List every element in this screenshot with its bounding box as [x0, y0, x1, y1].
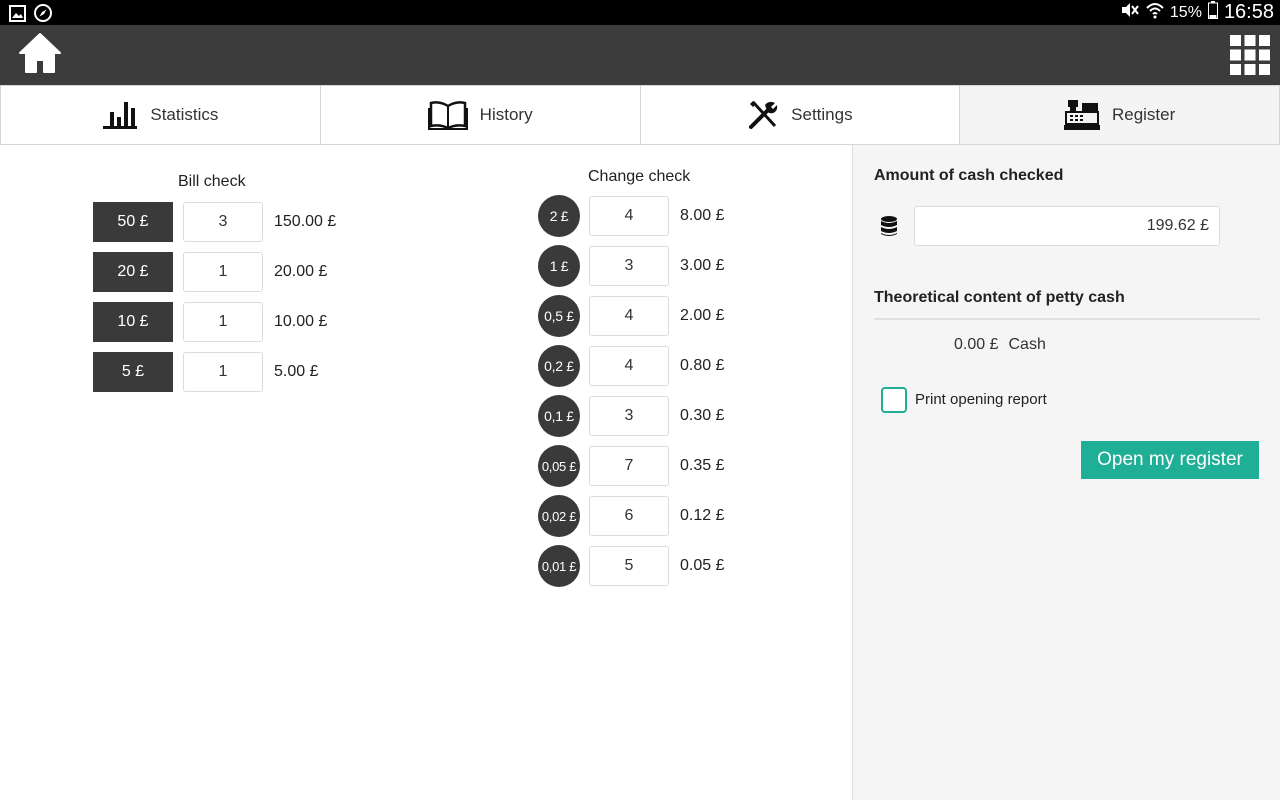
tab-statistics[interactable]: Statistics [0, 85, 321, 144]
coin-denomination-button[interactable]: 0,5 £ [538, 295, 580, 337]
coin-quantity-input[interactable] [589, 446, 669, 486]
coin-denomination-button[interactable]: 0,05 £ [538, 445, 580, 487]
print-report-checkbox[interactable] [881, 387, 907, 413]
coin-denomination-button[interactable]: 0,02 £ [538, 495, 580, 537]
bill-quantity-input[interactable] [183, 252, 263, 292]
bill-quantity-input[interactable] [183, 202, 263, 242]
bill-check-title: Bill check [178, 173, 246, 190]
tab-settings[interactable]: Settings [640, 85, 961, 144]
open-register-button[interactable]: Open my register [1081, 441, 1259, 479]
change-check-title: Change check [588, 168, 691, 185]
apps-menu-button[interactable] [1230, 35, 1270, 75]
cash-check-area: Bill check Change check 50 £ 150.00 £ 20… [0, 145, 852, 800]
mute-icon [1120, 1, 1140, 24]
bill-row-total: 10.00 £ [274, 313, 328, 330]
coin-quantity-input[interactable] [589, 196, 669, 236]
system-status: 15% 16:58 [1120, 0, 1274, 25]
open-book-icon [427, 100, 468, 130]
theoretical-content-heading: Theoretical content of petty cash [874, 289, 1125, 306]
tab-label: History [479, 105, 533, 124]
tab-register[interactable]: Register [960, 85, 1280, 144]
coin-row: 2 £ 8.00 £ [538, 195, 725, 237]
bill-denomination-button[interactable]: 20 £ [93, 252, 173, 292]
coin-row: 0,5 £ 2.00 £ [538, 295, 725, 337]
bill-row: 5 £ 5.00 £ [93, 352, 318, 392]
tab-label: Settings [791, 105, 853, 124]
main-tabs: Statistics History Settings Register [0, 85, 1280, 145]
coin-denomination-button[interactable]: 2 £ [538, 195, 580, 237]
bill-row-total: 5.00 £ [274, 363, 319, 380]
clock: 16:58 [1223, 1, 1274, 23]
coin-denomination-button[interactable]: 0,01 £ [538, 545, 580, 587]
bill-row-total: 20.00 £ [274, 263, 328, 280]
grid-icon [1230, 35, 1270, 79]
battery-percent: 15% [1169, 3, 1202, 21]
coin-row: 1 £ 3.00 £ [538, 245, 725, 287]
coin-quantity-input[interactable] [589, 296, 669, 336]
coin-row: 0,2 £ 0.80 £ [538, 345, 725, 387]
bill-row: 10 £ 10.00 £ [93, 302, 327, 342]
theoretical-cash-line: 0.00 £ Cash [954, 336, 1046, 354]
coin-denomination-button[interactable]: 0,1 £ [538, 395, 580, 437]
coin-quantity-input[interactable] [589, 546, 669, 586]
battery-icon [1207, 1, 1218, 24]
compass-notification-icon [34, 4, 52, 22]
amount-checked-heading: Amount of cash checked [874, 167, 1064, 184]
cash-checked-amount-field[interactable] [914, 206, 1220, 246]
coin-row-total: 0.80 £ [680, 357, 725, 374]
action-bar [0, 25, 1280, 85]
bill-denomination-button[interactable]: 50 £ [93, 202, 173, 242]
cash-register-icon [1063, 99, 1100, 131]
bill-quantity-input[interactable] [183, 302, 263, 342]
coin-quantity-input[interactable] [589, 496, 669, 536]
coin-row: 0,1 £ 0.30 £ [538, 395, 725, 437]
coin-row-total: 0.35 £ [680, 457, 725, 474]
status-bar: 15% 16:58 [0, 0, 1280, 25]
coin-row: 0,02 £ 0.12 £ [538, 495, 725, 537]
theoretical-amount: 0.00 £ [954, 336, 999, 353]
coin-row: 0,05 £ 0.35 £ [538, 445, 725, 487]
tab-history[interactable]: History [320, 85, 641, 144]
coin-row-total: 0.12 £ [680, 507, 725, 524]
coin-row-total: 8.00 £ [680, 207, 725, 224]
bill-quantity-input[interactable] [183, 352, 263, 392]
coin-quantity-input[interactable] [589, 396, 669, 436]
section-divider [874, 318, 1260, 320]
coin-denomination-button[interactable]: 0,2 £ [538, 345, 580, 387]
wifi-icon [1146, 1, 1164, 24]
bill-denomination-button[interactable]: 10 £ [93, 302, 173, 342]
tab-label: Register [1111, 105, 1176, 124]
coin-row: 0,01 £ 0.05 £ [538, 545, 725, 587]
bill-row: 50 £ 150.00 £ [93, 202, 336, 242]
theoretical-type: Cash [1008, 336, 1046, 353]
notification-icons [8, 4, 52, 22]
coin-row-total: 2.00 £ [680, 307, 725, 324]
bill-row-total: 150.00 £ [274, 213, 337, 230]
home-icon [17, 31, 63, 80]
home-button[interactable] [16, 31, 64, 80]
coins-stack-icon [880, 215, 898, 242]
register-summary-panel: Amount of cash checked Theoretical conte… [852, 145, 1280, 800]
tab-label: Statistics [150, 105, 219, 124]
coin-row-total: 0.05 £ [680, 557, 725, 574]
bill-row: 20 £ 20.00 £ [93, 252, 327, 292]
bill-denomination-button[interactable]: 5 £ [93, 352, 173, 392]
coin-quantity-input[interactable] [589, 246, 669, 286]
gallery-notification-icon [8, 4, 26, 22]
bar-chart-icon [102, 100, 138, 130]
coin-denomination-button[interactable]: 1 £ [538, 245, 580, 287]
coin-row-total: 3.00 £ [680, 257, 725, 274]
print-report-label: Print opening report [915, 391, 1047, 408]
tools-icon [747, 99, 779, 131]
coin-quantity-input[interactable] [589, 346, 669, 386]
coin-row-total: 0.30 £ [680, 407, 725, 424]
